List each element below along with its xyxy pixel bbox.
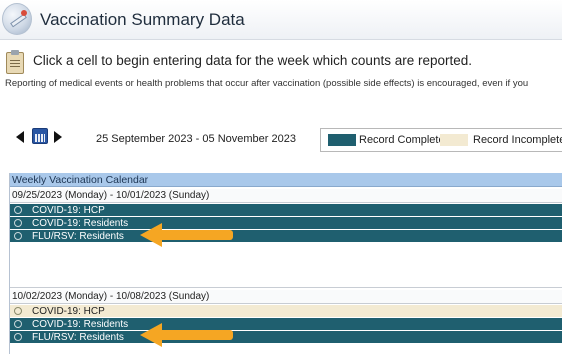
vaccine-app-icon xyxy=(2,3,32,35)
record-label: FLU/RSV: Residents xyxy=(32,231,124,242)
record-label: FLU/RSV: Residents xyxy=(32,332,124,343)
status-check-icon xyxy=(14,232,22,240)
status-check-icon xyxy=(14,206,22,214)
legend-label-complete: Record Complete xyxy=(359,134,445,146)
legend-label-incomplete: Record Incomplete xyxy=(473,134,562,146)
calendar-icon[interactable] xyxy=(32,128,48,144)
record-row-covid-residents[interactable]: COVID-19: Residents xyxy=(10,217,562,230)
previous-week-icon[interactable] xyxy=(16,131,24,143)
status-legend: Record Complete Record Incomplete xyxy=(320,128,562,152)
record-row-flu-rsv-residents[interactable]: FLU/RSV: Residents xyxy=(10,230,562,243)
clipboard-icon xyxy=(6,50,24,74)
status-check-icon xyxy=(14,333,22,341)
record-row-flu-rsv-residents[interactable]: FLU/RSV: Residents xyxy=(10,331,562,344)
record-row-covid-hcp[interactable]: COVID-19: HCP xyxy=(10,305,562,318)
week-divider xyxy=(10,287,562,288)
record-label: COVID-19: Residents xyxy=(32,319,129,330)
week-date-label: 10/02/2023 (Monday) - 10/08/2023 (Sunday… xyxy=(10,290,562,304)
page-title: Vaccination Summary Data xyxy=(40,10,245,29)
reporting-note: Reporting of medical events or health pr… xyxy=(5,78,529,89)
weekly-vaccination-calendar: Weekly Vaccination Calendar 09/25/2023 (… xyxy=(9,173,562,354)
record-row-covid-hcp[interactable]: COVID-19: HCP xyxy=(10,204,562,217)
next-week-icon[interactable] xyxy=(54,131,62,143)
legend-swatch-complete xyxy=(328,134,356,146)
date-range: 25 September 2023 - 05 November 2023 xyxy=(96,133,296,145)
status-check-icon xyxy=(14,219,22,227)
record-label: COVID-19: Residents xyxy=(32,218,129,229)
week-date-label: 09/25/2023 (Monday) - 10/01/2023 (Sunday… xyxy=(10,189,562,203)
record-label: COVID-19: HCP xyxy=(32,306,105,317)
record-row-covid-residents[interactable]: COVID-19: Residents xyxy=(10,318,562,331)
status-check-icon xyxy=(14,320,22,328)
legend-swatch-incomplete xyxy=(440,134,468,146)
title-bar: Vaccination Summary Data xyxy=(0,0,562,40)
calendar-header: Weekly Vaccination Calendar xyxy=(10,173,562,187)
instruction-text: Click a cell to begin entering data for … xyxy=(33,53,472,68)
status-check-icon xyxy=(14,307,22,315)
record-label: COVID-19: HCP xyxy=(32,205,105,216)
